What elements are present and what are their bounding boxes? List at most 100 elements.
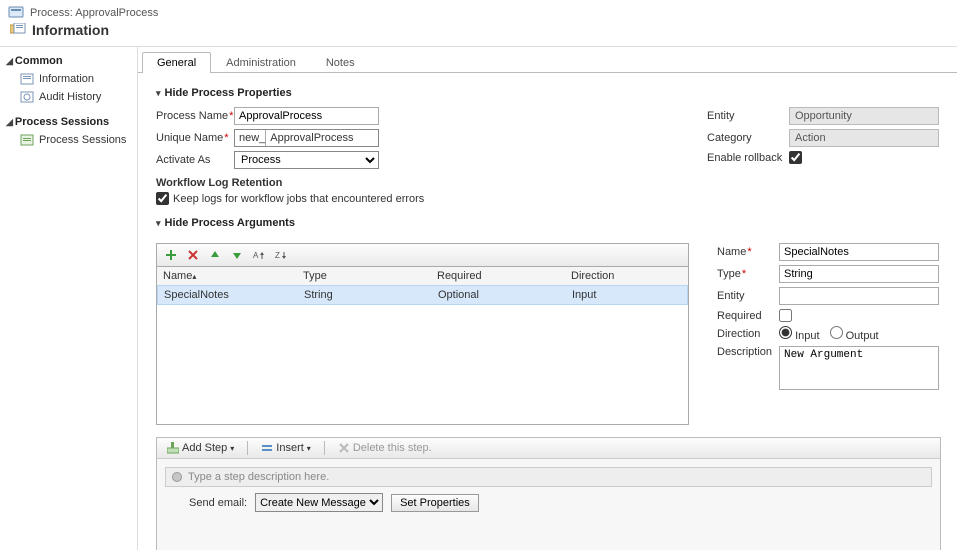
arg-name-label: Name* [717, 246, 779, 258]
delete-icon [338, 442, 350, 454]
sessions-icon [20, 133, 34, 147]
entity-label: Entity [707, 110, 789, 122]
step-description-placeholder: Type a step description here. [188, 471, 329, 483]
caret-down-icon: ▾ [156, 218, 161, 229]
nav-item-label: Information [39, 73, 94, 85]
direction-input-radio[interactable]: Input [779, 326, 820, 342]
section-title: Hide Process Properties [165, 87, 292, 99]
window-header: Process: ApprovalProcess Information [0, 0, 957, 47]
col-type[interactable]: Type [303, 270, 437, 282]
arg-entity-input[interactable] [779, 287, 939, 305]
section-process-arguments[interactable]: ▾ Hide Process Arguments [156, 217, 949, 229]
audit-icon [20, 90, 34, 104]
information-icon [10, 23, 26, 37]
unique-name-label: Unique Name* [156, 132, 234, 144]
caret-down-icon: ▾ [156, 88, 161, 99]
col-name[interactable]: Name▴ [163, 270, 303, 282]
args-grid-row[interactable]: SpecialNotes String Optional Input [157, 285, 688, 305]
nav-item-label: Process Sessions [39, 134, 126, 146]
args-grid-body: SpecialNotes String Optional Input [156, 285, 689, 425]
direction-output-radio[interactable]: Output [830, 326, 879, 342]
category-value: Action [789, 129, 939, 147]
arg-entity-label: Entity [717, 290, 779, 302]
step-action-select[interactable]: Create New Message [255, 493, 383, 512]
svg-text:Z: Z [275, 251, 280, 260]
sort-asc-button[interactable]: A [251, 247, 267, 263]
activate-as-label: Activate As [156, 154, 234, 166]
section-process-properties[interactable]: ▾ Hide Process Properties [156, 87, 949, 99]
delete-step-button[interactable]: Delete this step. [334, 441, 436, 455]
tab-strip: General Administration Notes [138, 51, 957, 73]
arg-type-input[interactable] [779, 265, 939, 283]
process-properties-left: Process Name* Unique Name* new_ Approval… [156, 107, 707, 205]
arg-required-label: Required [717, 310, 779, 322]
add-step-icon [167, 442, 179, 454]
keep-logs-label: Keep logs for workflow jobs that encount… [173, 193, 424, 205]
row-name: SpecialNotes [164, 289, 304, 301]
nav-item-label: Audit History [39, 91, 101, 103]
designer-toolbar: Add Step ▾ Insert ▾ Delete this step. [157, 438, 940, 459]
nav-item-information[interactable]: Information [6, 70, 131, 88]
nav-item-process-sessions[interactable]: Process Sessions [6, 131, 131, 149]
arg-type-label: Type* [717, 268, 779, 280]
row-type: String [304, 289, 438, 301]
log-retention-heading: Workflow Log Retention [156, 177, 707, 189]
unique-name-value: ApprovalProcess [266, 132, 357, 144]
svg-text:A: A [253, 251, 259, 260]
insert-button[interactable]: Insert ▾ [257, 441, 315, 455]
dropdown-icon: ▾ [230, 444, 234, 453]
separator [324, 441, 325, 455]
tab-general[interactable]: General [142, 52, 211, 73]
process-icon [8, 6, 24, 20]
keep-logs-checkbox[interactable] [156, 192, 169, 205]
col-required[interactable]: Required [437, 270, 571, 282]
unique-name-input[interactable]: new_ ApprovalProcess [234, 129, 379, 147]
step-bullet-icon [172, 472, 182, 482]
dropdown-icon: ▾ [307, 444, 311, 453]
nav-heading-common[interactable]: ◢ Common [6, 55, 131, 67]
col-direction[interactable]: Direction [571, 270, 682, 282]
arg-name-input[interactable] [779, 243, 939, 261]
step-action-label: Send email: [189, 497, 247, 509]
step-designer: Add Step ▾ Insert ▾ Delete this step. [156, 437, 941, 550]
args-toolbar: A Z [156, 243, 689, 267]
page-title: Information [32, 22, 109, 38]
process-properties-right: Entity Opportunity Category Action Enabl… [707, 107, 949, 168]
activate-as-select[interactable]: Process [234, 151, 379, 169]
caret-icon: ◢ [6, 56, 13, 67]
arg-description-textarea[interactable] [779, 346, 939, 390]
arg-required-checkbox[interactable] [779, 309, 792, 322]
tab-notes[interactable]: Notes [311, 52, 370, 73]
arg-description-label: Description [717, 346, 779, 358]
enable-rollback-checkbox[interactable] [789, 151, 802, 164]
insert-icon [261, 442, 273, 454]
section-title: Hide Process Arguments [165, 217, 295, 229]
information-icon [20, 72, 34, 86]
caret-icon: ◢ [6, 117, 13, 128]
process-name-label: Process Name* [156, 110, 234, 122]
nav-heading-label: Process Sessions [15, 116, 109, 128]
add-step-button[interactable]: Add Step ▾ [163, 441, 238, 455]
separator [247, 441, 248, 455]
process-name-input[interactable] [234, 107, 379, 125]
context-line: Process: ApprovalProcess [30, 7, 158, 19]
step-action-row: Send email: Create New Message Set Prope… [165, 493, 932, 512]
tab-administration[interactable]: Administration [211, 52, 311, 73]
set-properties-button[interactable]: Set Properties [391, 494, 479, 512]
delete-arg-button[interactable] [185, 247, 201, 263]
arg-form: Name* Type* Entity Required [717, 243, 949, 425]
nav-heading-process-sessions[interactable]: ◢ Process Sessions [6, 116, 131, 128]
category-label: Category [707, 132, 789, 144]
arg-direction-label: Direction [717, 328, 779, 340]
move-down-button[interactable] [229, 247, 245, 263]
move-up-button[interactable] [207, 247, 223, 263]
row-required: Optional [438, 289, 572, 301]
step-description-row[interactable]: Type a step description here. [165, 467, 932, 487]
main-content: General Administration Notes ▾ Hide Proc… [138, 47, 957, 550]
nav-item-audit-history[interactable]: Audit History [6, 88, 131, 106]
args-grid-header: Name▴ Type Required Direction [156, 267, 689, 285]
sidebar: ◢ Common Information Audit History ◢ Pro… [0, 47, 138, 550]
sort-desc-button[interactable]: Z [273, 247, 289, 263]
rollback-label: Enable rollback [707, 152, 789, 164]
add-arg-button[interactable] [163, 247, 179, 263]
